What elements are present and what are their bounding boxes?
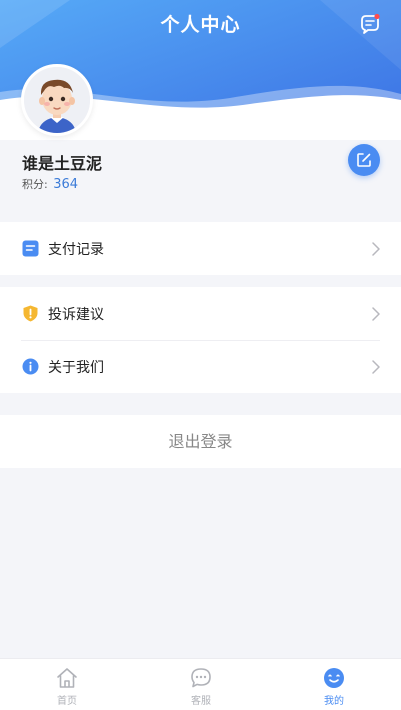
document-icon [22, 240, 39, 257]
menu-item-about-us[interactable]: 关于我们 [0, 340, 401, 393]
menu-item-payment-records[interactable]: 支付记录 [0, 222, 401, 275]
home-icon [57, 668, 77, 688]
tab-mine[interactable]: 我的 [267, 659, 401, 710]
tab-customer-service[interactable]: 客服 [134, 659, 268, 710]
points-value: 364 [53, 177, 79, 192]
tab-home[interactable]: 首页 [0, 659, 134, 710]
profile-card: 谁是土豆泥 积分: 364 [0, 64, 401, 210]
tab-label: 首页 [57, 696, 77, 707]
info-icon [22, 358, 39, 375]
points-label: 积分: [22, 178, 48, 191]
tab-label: 客服 [191, 696, 211, 707]
message-icon [361, 13, 380, 34]
edit-profile-button[interactable] [348, 144, 380, 176]
chevron-right-icon [372, 242, 380, 256]
notification-dot [374, 13, 380, 20]
chat-icon [191, 668, 211, 688]
points-info: 积分: 364 [22, 176, 78, 192]
menu-item-complaints[interactable]: 投诉建议 [0, 287, 401, 340]
menu-group-support: 投诉建议 关于我们 [0, 287, 401, 393]
menu-group-payments: 支付记录 [0, 222, 401, 275]
username: 谁是土豆泥 [22, 154, 103, 173]
avatar-illustration-icon [24, 67, 90, 133]
menu-item-label: 投诉建议 [48, 307, 104, 323]
message-button[interactable] [359, 13, 381, 35]
tab-label: 我的 [324, 696, 344, 707]
user-icon [324, 668, 344, 688]
chevron-right-icon [372, 360, 380, 374]
edit-icon [357, 153, 371, 167]
avatar[interactable] [21, 64, 93, 136]
page-title: 个人中心 [160, 14, 241, 36]
shield-alert-icon [23, 305, 38, 322]
bottom-tab-bar: 首页 客服 我的 [0, 658, 401, 710]
menu-item-label: 支付记录 [48, 242, 104, 258]
logout-button[interactable]: 退出登录 [0, 415, 401, 468]
menu-item-label: 关于我们 [48, 360, 104, 376]
chevron-right-icon [372, 307, 380, 321]
